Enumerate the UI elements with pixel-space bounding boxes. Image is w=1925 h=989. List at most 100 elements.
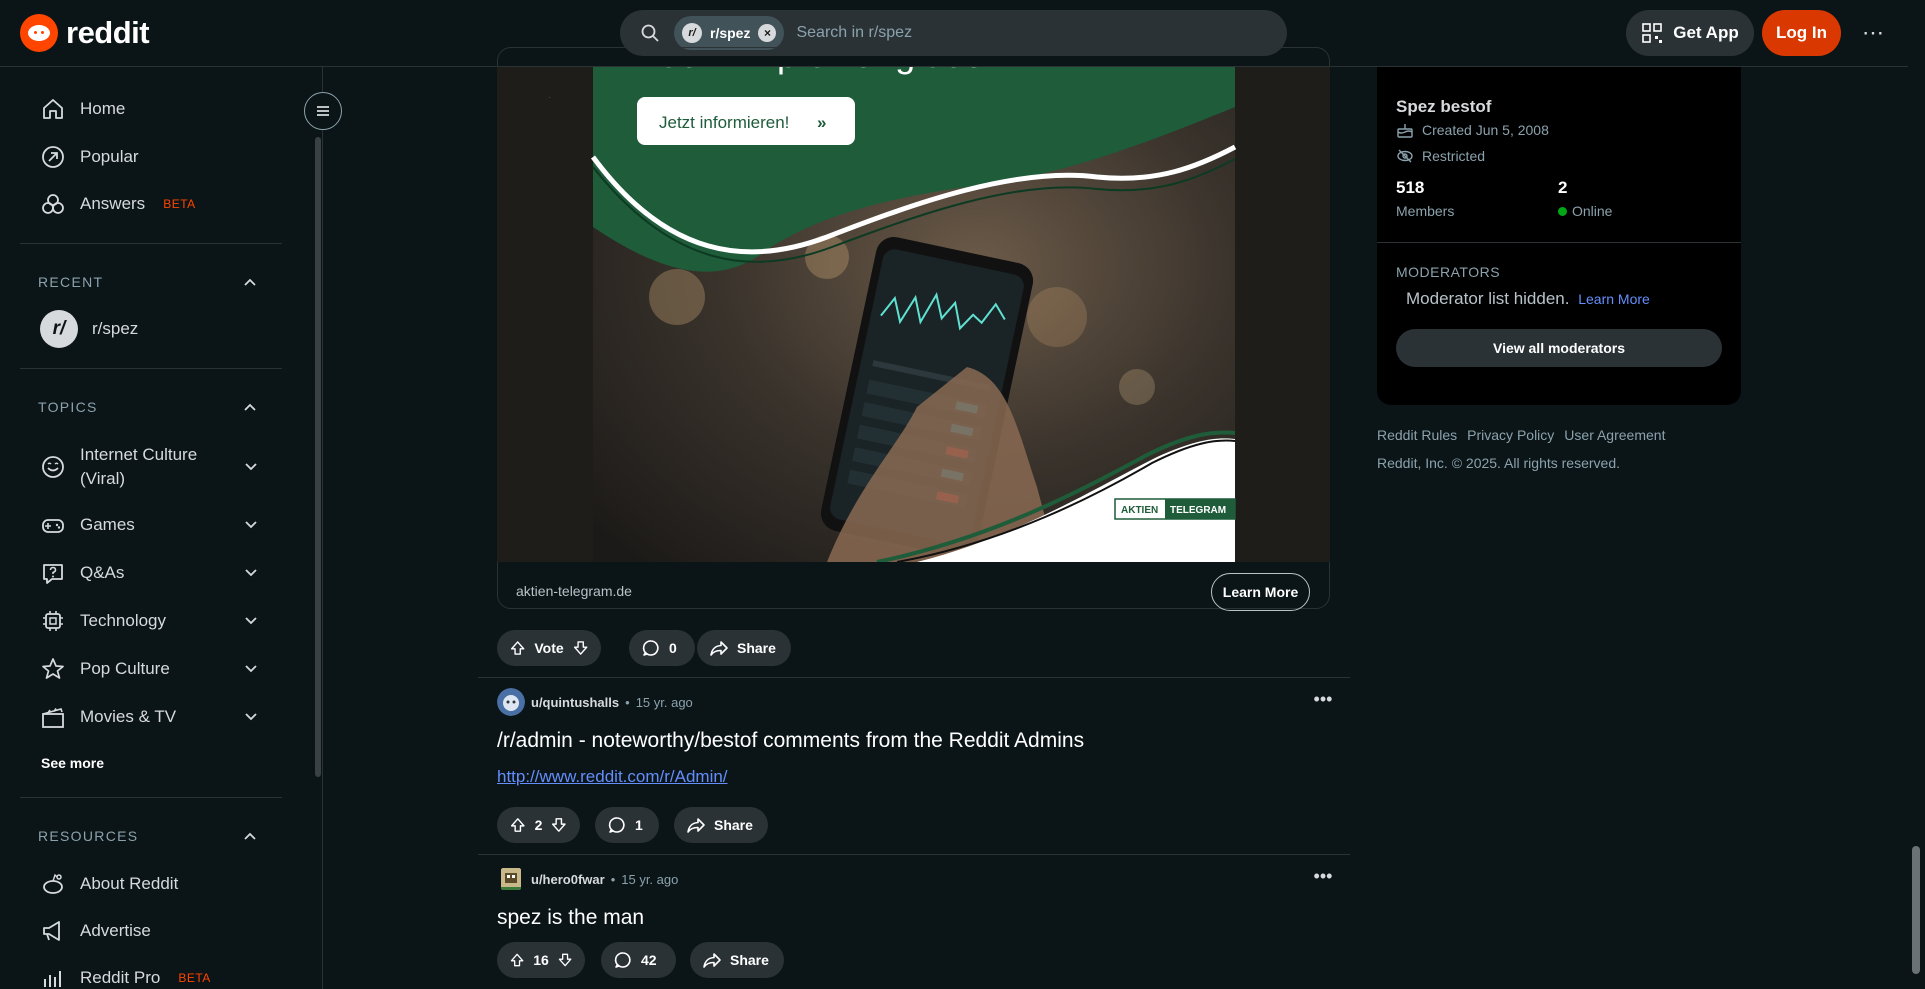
comments-button[interactable]: 0: [629, 630, 695, 666]
beta-badge: BETA: [163, 197, 196, 211]
post-divider: [478, 854, 1350, 855]
share-button[interactable]: Share: [674, 807, 768, 843]
moderators-title: MODERATORS: [1396, 264, 1501, 280]
sidebar-item-label: Pop Culture: [80, 659, 170, 678]
ad-image[interactable]: Kauf-Empfehlung aus Jetzt informieren! »…: [497, 67, 1330, 562]
chevron-down-icon[interactable]: [244, 662, 258, 676]
collapse-sidebar-button[interactable]: [304, 92, 342, 130]
downvote-icon: [558, 953, 572, 967]
ad-domain[interactable]: aktien-telegram.de: [516, 583, 632, 599]
close-icon[interactable]: ×: [758, 24, 777, 42]
view-all-moderators-button[interactable]: View all moderators: [1396, 329, 1722, 367]
post-options-icon[interactable]: •••: [1308, 689, 1338, 710]
chip-icon: [43, 611, 63, 631]
share-label: Share: [730, 952, 769, 968]
comments-button[interactable]: 42: [601, 942, 676, 978]
share-button[interactable]: Share: [697, 630, 791, 666]
sidebar-item-label: Games: [80, 515, 135, 534]
chevron-down-icon[interactable]: [244, 566, 258, 580]
post-title[interactable]: spez is the man: [497, 906, 644, 930]
search-input[interactable]: [796, 24, 1177, 42]
user-avatar[interactable]: [497, 688, 525, 716]
footer-link-rules[interactable]: Reddit Rules: [1377, 427, 1457, 443]
downvote-icon: [552, 818, 567, 832]
sidebar-item-popular[interactable]: Popular: [40, 135, 290, 179]
copyright: Reddit, Inc. © 2025. All rights reserved…: [1377, 455, 1620, 471]
smile-icon: [42, 456, 64, 478]
ad-cta-button[interactable]: Jetzt informieren!: [659, 113, 789, 132]
chevron-down-icon[interactable]: [244, 460, 258, 474]
vote-button[interactable]: 16: [497, 942, 585, 978]
members-label: Members: [1396, 203, 1454, 219]
moderators-learn-more-link[interactable]: Learn More: [1578, 291, 1650, 307]
search-icon: [641, 24, 659, 42]
divider: [20, 797, 282, 798]
comment-icon: [614, 952, 631, 968]
sidebar-item-answers[interactable]: Answers BETA: [40, 182, 290, 226]
share-icon: [710, 641, 728, 656]
post-link[interactable]: http://www.reddit.com/r/Admin/: [497, 767, 728, 787]
sidebar-item-r-spez[interactable]: r/ r/spez: [40, 307, 290, 351]
post-age: 15 yr. ago: [635, 694, 693, 710]
sidebar-item-reddit-pro[interactable]: Reddit Pro BETA: [40, 956, 290, 989]
share-button[interactable]: Share: [690, 942, 784, 978]
post-divider: [478, 677, 1350, 678]
sidebar-item-advertise[interactable]: Advertise: [40, 909, 290, 953]
post-meta: u/hero0fwar • 15 yr. ago: [497, 865, 678, 893]
footer-link-user-agreement[interactable]: User Agreement: [1564, 427, 1665, 443]
comments-button[interactable]: 1: [595, 807, 659, 843]
chevron-down-icon[interactable]: [244, 518, 258, 532]
page-scrollbar-track[interactable]: [1908, 0, 1925, 989]
sidebar-item-about-reddit[interactable]: About Reddit: [40, 862, 290, 906]
members-count: 518: [1396, 178, 1425, 197]
sidebar-item-label: Internet Culture (Viral): [80, 445, 198, 488]
sidebar-item-home[interactable]: Home: [40, 87, 290, 131]
subreddit-filter-chip[interactable]: r/ r/spez ×: [674, 16, 785, 50]
logo-text: reddit: [66, 15, 150, 50]
chevron-up-icon[interactable]: [242, 828, 258, 844]
community-status: Restricted: [1396, 147, 1485, 165]
learn-more-button[interactable]: Learn More: [1211, 573, 1310, 611]
subreddit-avatar: r/: [40, 310, 78, 348]
resources-section-title: RESOURCES: [38, 828, 139, 844]
more-options-icon[interactable]: ⋯: [1858, 18, 1888, 48]
divider: [1377, 242, 1741, 243]
vote-button[interactable]: Vote: [497, 630, 601, 666]
post-author[interactable]: u/hero0fwar: [531, 872, 605, 887]
subreddit-avatar: r/: [682, 23, 702, 43]
community-info-card: Spez bestof Created Jun 5, 2008 Restrict…: [1377, 67, 1741, 405]
sidebar-item-label: Home: [80, 99, 126, 118]
upvote-icon: [510, 953, 524, 967]
post-author[interactable]: u/quintushalls: [531, 695, 619, 710]
page-scrollbar-thumb[interactable]: [1912, 846, 1920, 974]
chevron-up-icon[interactable]: [242, 399, 258, 415]
question-icon: [43, 564, 63, 584]
answers-icon: [42, 194, 64, 214]
see-more-link[interactable]: See more: [41, 755, 104, 771]
get-app-label: Get App: [1673, 23, 1739, 42]
online-indicator-icon: [1558, 206, 1567, 216]
chevron-down-icon[interactable]: [244, 614, 258, 628]
online-count: 2: [1558, 178, 1568, 197]
menu-icon: [317, 106, 329, 116]
login-button[interactable]: Log In: [1762, 10, 1841, 56]
comment-count: 42: [641, 952, 657, 968]
vote-button[interactable]: 2: [497, 807, 580, 843]
vote-count: 16: [533, 952, 549, 968]
post-options-icon[interactable]: •••: [1308, 866, 1338, 887]
divider: [20, 368, 282, 369]
ad-headline: Kauf-Empfehlung aus: [637, 67, 983, 75]
footer-link-privacy[interactable]: Privacy Policy: [1467, 427, 1554, 443]
comment-icon: [642, 640, 659, 656]
reddit-logo[interactable]: reddit: [20, 14, 150, 52]
user-avatar[interactable]: [497, 865, 525, 893]
chevron-down-icon[interactable]: [244, 710, 258, 724]
created-label: Created Jun 5, 2008: [1422, 122, 1549, 138]
post-title[interactable]: /r/admin - noteworthy/bestof comments fr…: [497, 729, 1084, 753]
get-app-button[interactable]: Get App: [1626, 10, 1754, 56]
chevron-up-icon[interactable]: [242, 274, 258, 290]
status-label: Restricted: [1422, 148, 1486, 164]
ad-brand-right: TELEGRAM: [1170, 505, 1226, 516]
sidebar-scrollbar[interactable]: [315, 137, 321, 777]
moderators-hidden-text: Moderator list hidden.: [1406, 289, 1570, 308]
